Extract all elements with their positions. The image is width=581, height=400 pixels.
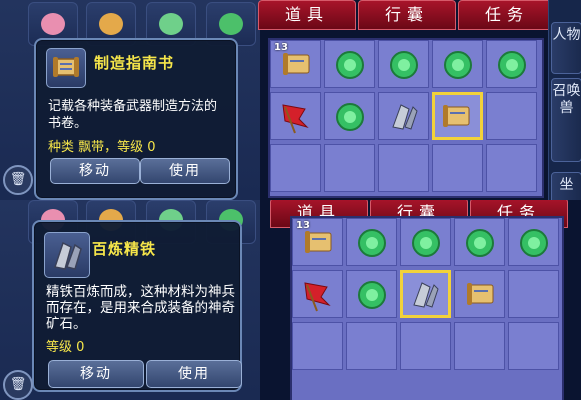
side-tab-summon[interactable]: 召唤兽 xyxy=(551,78,581,162)
item-tooltip: 百炼精铁 精铁百炼而成，这种材料为神兵而存在，是用来合成装备的神奇矿石。 等级 … xyxy=(32,220,242,392)
inventory-slot[interactable] xyxy=(378,92,429,140)
iron-ingot-icon xyxy=(413,282,439,308)
inventory-slot[interactable] xyxy=(432,144,483,192)
iron-ingot-icon xyxy=(392,104,418,130)
tab-items[interactable]: 道具 xyxy=(258,0,356,30)
jade-orb-icon xyxy=(336,51,364,79)
jade-orb-icon xyxy=(336,103,364,131)
trash-icon[interactable]: 🗑 xyxy=(3,370,33,400)
inventory-slot[interactable] xyxy=(486,40,537,88)
scroll-icon xyxy=(467,283,494,305)
inventory-grid: 13 xyxy=(268,38,544,198)
inventory-slot[interactable] xyxy=(292,270,343,318)
inventory-slot[interactable] xyxy=(324,92,375,140)
jade-orb-icon xyxy=(444,51,472,79)
jade-orb-icon xyxy=(358,281,386,309)
inventory-slot[interactable] xyxy=(486,144,537,192)
item-meta: 种类 飘带，等级 0 xyxy=(48,140,156,155)
stack-count: 13 xyxy=(274,42,288,53)
inventory-slot[interactable] xyxy=(454,218,505,266)
inventory-slot[interactable] xyxy=(508,322,559,370)
jade-orb-icon xyxy=(520,229,548,257)
inventory-slot[interactable] xyxy=(400,218,451,266)
inventory-slot[interactable] xyxy=(346,270,397,318)
stack-count: 13 xyxy=(296,220,310,231)
inventory-panel-bottom: 百炼精铁 精铁百炼而成，这种材料为神兵而存在，是用来合成装备的神奇矿石。 等级 … xyxy=(0,200,581,400)
jade-orb-icon xyxy=(466,229,494,257)
inventory-slot[interactable] xyxy=(346,218,397,266)
inventory-slot[interactable] xyxy=(400,322,451,370)
side-tab-character[interactable]: 人物 xyxy=(551,22,581,74)
tab-quests[interactable]: 任务 xyxy=(458,0,556,30)
jade-orb-icon xyxy=(498,51,526,79)
inventory-slot[interactable] xyxy=(270,144,321,192)
red-ribbon-icon xyxy=(304,282,331,312)
use-button[interactable]: 使用 xyxy=(146,360,242,388)
jade-orb-icon xyxy=(412,229,440,257)
inventory-slot-selected[interactable] xyxy=(432,92,483,140)
inventory-slot[interactable] xyxy=(378,144,429,192)
red-ribbon-icon xyxy=(282,104,309,134)
jade-orb-icon xyxy=(390,51,418,79)
item-description: 精铁百炼而成，这种材料为神兵而存在，是用来合成装备的神奇矿石。 xyxy=(46,284,235,332)
side-tab-bar: 人物 召唤兽 坐 xyxy=(548,0,581,200)
inventory-slot[interactable] xyxy=(454,270,505,318)
iron-ingot-icon xyxy=(44,232,90,278)
inventory-slot[interactable]: 13 xyxy=(292,218,343,266)
inventory-slot[interactable] xyxy=(454,322,505,370)
item-title: 百炼精铁 xyxy=(92,240,157,258)
use-button[interactable]: 使用 xyxy=(140,158,230,184)
move-button[interactable]: 移动 xyxy=(50,158,140,184)
item-description: 记载各种装备武器制造方法的书卷。 xyxy=(48,99,218,131)
inventory-slot[interactable] xyxy=(324,144,375,192)
scroll-icon xyxy=(46,48,86,88)
trash-icon[interactable]: 🗑 xyxy=(3,165,33,195)
jade-orb-icon xyxy=(358,229,386,257)
inventory-slot[interactable] xyxy=(378,40,429,88)
inventory-slot[interactable] xyxy=(270,92,321,140)
inventory-slot[interactable] xyxy=(346,322,397,370)
item-title: 制造指南书 xyxy=(94,54,175,72)
inventory-slot[interactable] xyxy=(432,40,483,88)
inventory-slot[interactable]: 13 xyxy=(270,40,321,88)
inventory-slot[interactable] xyxy=(486,92,537,140)
side-tab-mount[interactable]: 坐 xyxy=(551,172,581,200)
inventory-panel-top: 制造指南书 记载各种装备武器制造方法的书卷。 种类 飘带，等级 0 移动 使用 … xyxy=(0,0,581,200)
inventory-slot[interactable] xyxy=(508,270,559,318)
inventory-slot[interactable] xyxy=(508,218,559,266)
inventory-slot-selected[interactable] xyxy=(400,270,451,318)
inventory-slot[interactable] xyxy=(324,40,375,88)
scroll-icon xyxy=(443,105,470,127)
item-meta: 等级 0 xyxy=(46,340,85,355)
inventory-grid: 13 xyxy=(290,216,564,400)
tab-bag[interactable]: 行囊 xyxy=(358,0,456,30)
item-tooltip: 制造指南书 记载各种装备武器制造方法的书卷。 种类 飘带，等级 0 移动 使用 xyxy=(34,38,238,200)
move-button[interactable]: 移动 xyxy=(48,360,144,388)
inventory-slot[interactable] xyxy=(292,322,343,370)
